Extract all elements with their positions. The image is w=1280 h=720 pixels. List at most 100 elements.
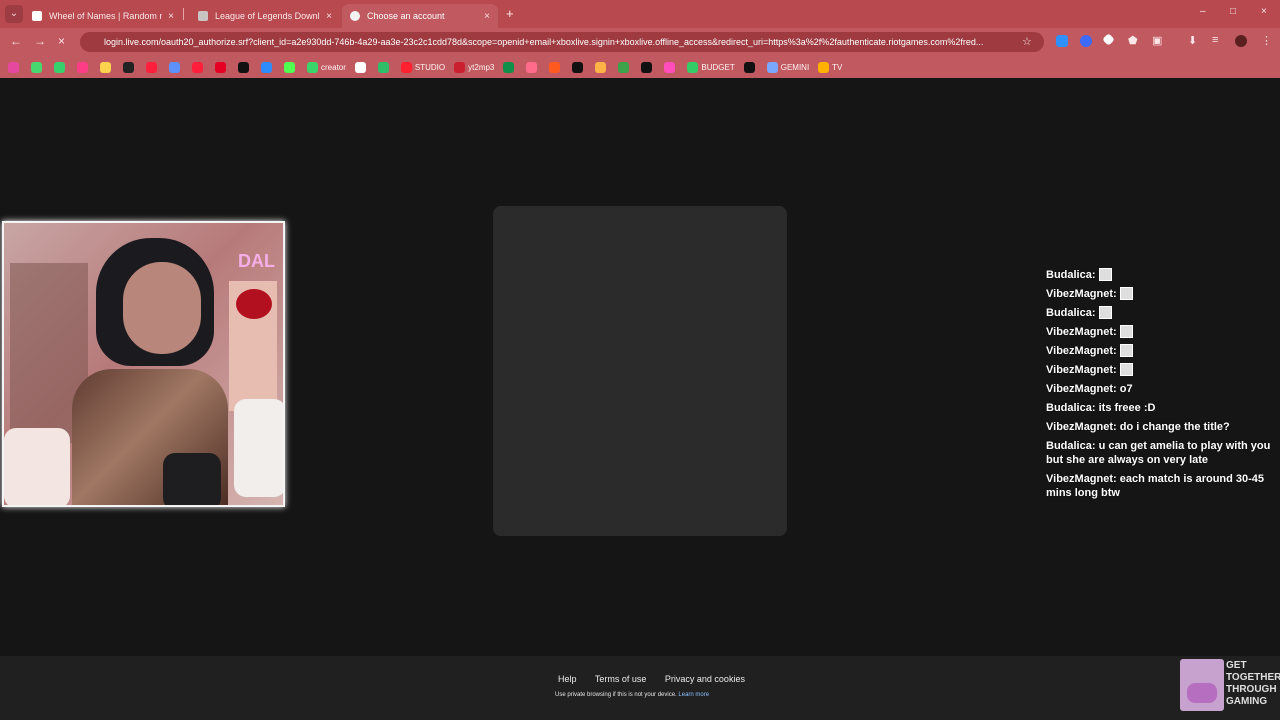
tab-title: League of Legends Download | (215, 11, 320, 21)
bookmark-favicon-icon (307, 61, 318, 73)
tab-separator (183, 8, 184, 20)
bookmark-label: GEMINI (780, 62, 810, 72)
bookmark-star-icon[interactable]: ☆ (1022, 35, 1032, 48)
bookmark-favicon-icon (123, 61, 134, 73)
chat-message: Budalica: u can get amelia to play with … (1046, 440, 1271, 466)
bookmark-item[interactable] (572, 60, 586, 74)
chat-message: VibezMagnet: (1046, 325, 1278, 339)
download-icon[interactable]: ⬇ (1188, 34, 1197, 47)
bookmark-item[interactable] (284, 60, 298, 74)
profile-icon[interactable] (1235, 35, 1247, 47)
bookmark-item[interactable] (169, 60, 183, 74)
bookmark-item[interactable] (664, 60, 678, 74)
close-tab-icon[interactable]: × (168, 11, 174, 22)
chat-text: o7 (1119, 383, 1133, 395)
bookmark-item[interactable] (215, 60, 229, 74)
bookmark-item[interactable] (261, 60, 275, 74)
chat-username: VibezMagnet (1046, 288, 1114, 300)
emote-icon (1119, 287, 1133, 300)
bookmark-favicon-icon (526, 61, 538, 73)
stop-loading-button[interactable]: × (58, 34, 65, 48)
bookmark-favicon-icon (146, 61, 157, 73)
bookmark-item[interactable]: BUDGET (687, 60, 735, 74)
new-tab-button[interactable]: + (506, 6, 514, 21)
bookmark-item[interactable]: TV (818, 60, 842, 74)
learn-more-link[interactable]: Learn more (678, 692, 709, 698)
tab-wheel-of-names[interactable]: Wheel of Names | Random nam × (24, 4, 182, 28)
back-button[interactable]: ← (10, 34, 22, 48)
chat-username: Budalica (1046, 307, 1092, 319)
bookmark-favicon-icon (400, 61, 412, 73)
terms-link[interactable]: Terms of use (595, 674, 647, 684)
page-footer: Help Terms of use Privacy and cookies Us… (0, 656, 1280, 720)
bookmark-item[interactable] (192, 60, 206, 74)
bookmark-item[interactable] (549, 60, 563, 74)
bookmark-item[interactable]: yt2mp3 (454, 60, 494, 74)
bookmark-favicon-icon (618, 61, 630, 73)
bookmark-item[interactable] (238, 60, 252, 74)
bookmark-item[interactable]: GEMINI (766, 60, 810, 74)
bookmark-favicon-icon (354, 61, 366, 73)
bookmark-item[interactable]: creator (307, 60, 346, 74)
maximize-button[interactable]: □ (1230, 6, 1236, 17)
branding-line: GET (1226, 660, 1247, 671)
bookmark-item[interactable] (8, 60, 22, 74)
emote-icon (1119, 363, 1133, 376)
chat-username: Budalica (1046, 269, 1092, 281)
puzzle-icon[interactable]: ▣ (1152, 34, 1162, 47)
bookmark-item[interactable] (354, 60, 369, 74)
account-chooser-panel (493, 206, 787, 536)
bookmark-item[interactable] (377, 60, 392, 74)
browser-menu-icon[interactable]: ⋮ (1261, 34, 1272, 47)
bookmark-favicon-icon (192, 61, 203, 73)
bookmark-item[interactable] (503, 60, 517, 74)
bookmark-item[interactable] (77, 60, 91, 74)
close-tab-icon[interactable]: × (484, 11, 490, 22)
bookmark-item[interactable] (618, 60, 632, 74)
bookmark-item[interactable] (743, 60, 758, 74)
minimize-button[interactable]: – (1200, 6, 1206, 17)
bookmark-item[interactable] (526, 60, 540, 74)
media-icon[interactable]: ≡ (1212, 34, 1218, 46)
tab-league-download[interactable]: League of Legends Download | × (190, 4, 340, 28)
extension-icon[interactable] (1056, 35, 1068, 47)
pillow (234, 399, 283, 497)
bookmark-item[interactable] (123, 60, 137, 74)
bookmark-favicon-icon (8, 61, 19, 73)
forward-button[interactable]: → (34, 34, 46, 48)
bookmark-item[interactable] (595, 60, 609, 74)
emote-icon (1098, 306, 1112, 319)
chat-text: its freee :D (1098, 402, 1156, 414)
help-link[interactable]: Help (558, 674, 577, 684)
emote-icon (1098, 268, 1112, 281)
microphone (163, 453, 221, 505)
close-window-button[interactable]: × (1261, 6, 1267, 17)
shield-icon[interactable]: ⬟ (1128, 34, 1138, 47)
address-bar[interactable]: login.live.com/oauth20_authorize.srf?cli… (80, 32, 1044, 52)
chat-message: VibezMagnet: (1046, 363, 1278, 377)
chat-username: VibezMagnet (1046, 345, 1114, 357)
bookmark-item[interactable] (641, 60, 655, 74)
game-controller-icon (1187, 683, 1217, 703)
bookmark-item[interactable]: STUDIO (400, 60, 446, 74)
close-tab-icon[interactable]: × (326, 11, 332, 22)
chat-message: VibezMagnet: (1046, 344, 1278, 358)
bookmark-label: BUDGET (701, 62, 735, 72)
tab-choose-account[interactable]: Choose an account × (342, 4, 498, 28)
bookmark-item[interactable] (54, 60, 68, 74)
bookmark-favicon-icon (31, 61, 42, 73)
branding-panel (1180, 659, 1224, 711)
bookmark-item[interactable] (100, 60, 114, 74)
bookmark-label: STUDIO (414, 62, 446, 72)
extension-icon[interactable] (1080, 35, 1092, 47)
stream-branding: GET TOGETHER THROUGH GAMING (1180, 659, 1280, 711)
webcam-overlay: DAL (2, 221, 285, 507)
bookmark-item[interactable] (146, 60, 160, 74)
bookmark-favicon-icon (503, 61, 515, 73)
tab-list-button[interactable]: chevron-down-icon⌄ (5, 5, 23, 23)
streamer-face (123, 262, 201, 354)
bookmark-favicon-icon (549, 61, 561, 73)
privacy-link[interactable]: Privacy and cookies (665, 674, 745, 684)
bookmark-favicon-icon (169, 61, 180, 73)
bookmark-item[interactable] (31, 60, 45, 74)
